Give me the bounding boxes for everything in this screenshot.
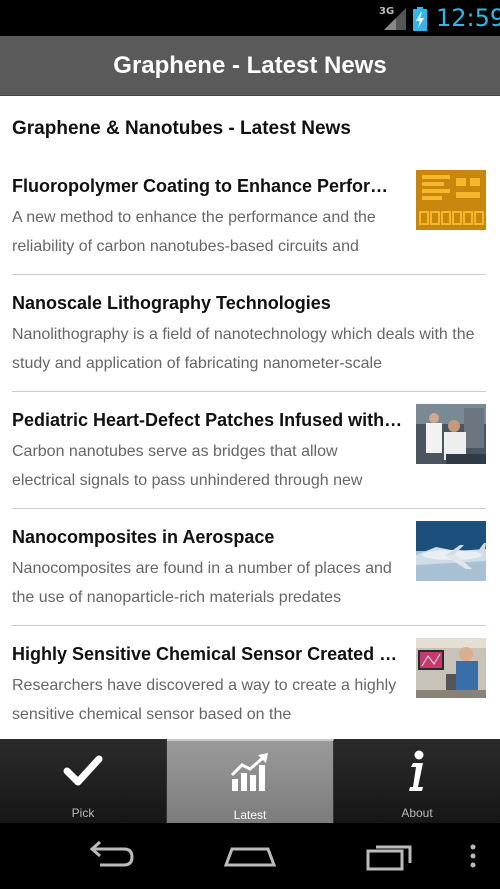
news-headline: Nanoscale Lithography Technologies <box>12 293 331 313</box>
app-title-bar: Graphene - Latest News <box>0 36 500 96</box>
system-nav-bar <box>0 823 500 889</box>
status-clock: 12:59 <box>436 4 500 32</box>
home-icon[interactable] <box>220 839 280 873</box>
microscope-researcher-thumbnail <box>416 638 486 698</box>
news-snippet: Nanolithography is a field of nanotechno… <box>12 326 475 372</box>
tab-pick[interactable]: Pick <box>0 739 167 823</box>
news-headline: Pediatric Heart-Defect Patches Infused w… <box>12 410 404 430</box>
circuit-chip-thumbnail <box>416 170 486 230</box>
signal-strength-icon <box>384 8 406 30</box>
divider <box>12 274 486 275</box>
tab-label: Latest <box>233 808 267 822</box>
status-bar: 3G 12:59 <box>0 0 500 36</box>
news-headline: Highly Sensitive Chemical Sensor Created… <box>12 644 404 664</box>
divider <box>12 625 486 626</box>
news-list[interactable]: Graphene & Nanotubes - Latest News Fluor… <box>0 96 500 739</box>
bottom-tab-bar: Pick Latest About <box>0 739 500 823</box>
checkmark-icon <box>63 755 103 786</box>
app-title: Graphene - Latest News <box>113 51 387 79</box>
news-headline: Nanocomposites in Aerospace <box>12 527 275 547</box>
news-item[interactable]: Nanoscale Lithography Technologies Nanol… <box>0 293 500 410</box>
news-snippet: Researchers have discovered a way to cre… <box>12 677 397 723</box>
tab-label: Pick <box>71 806 95 820</box>
news-snippet: Carbon nanotubes serve as bridges that a… <box>12 443 363 489</box>
news-item[interactable]: Nanocomposites in Aerospace Nanocomposit… <box>0 521 500 644</box>
news-item[interactable]: Highly Sensitive Chemical Sensor Created… <box>0 638 500 739</box>
recent-apps-icon[interactable] <box>360 839 420 873</box>
divider <box>12 391 486 392</box>
chart-growth-icon <box>230 753 268 791</box>
battery-charging-icon <box>413 7 427 31</box>
news-snippet: A new method to enhance the performance … <box>12 209 376 255</box>
overflow-menu-icon[interactable] <box>448 839 498 873</box>
divider <box>12 508 486 509</box>
lab-researchers-thumbnail <box>416 404 486 464</box>
info-icon <box>409 750 424 791</box>
news-headline: Fluoropolymer Coating to Enhance Perform… <box>12 176 404 196</box>
tab-about[interactable]: About <box>334 739 500 823</box>
news-item[interactable]: Fluoropolymer Coating to Enhance Perform… <box>0 170 500 293</box>
news-snippet: Nanocomposites are found in a number of … <box>12 560 392 606</box>
tab-label: About <box>401 806 433 820</box>
tab-latest[interactable]: Latest <box>167 739 334 823</box>
back-icon[interactable] <box>80 839 140 873</box>
airplane-thumbnail <box>416 521 486 581</box>
news-item[interactable]: Pediatric Heart-Defect Patches Infused w… <box>0 404 500 527</box>
section-title: Graphene & Nanotubes - Latest News <box>12 118 351 139</box>
